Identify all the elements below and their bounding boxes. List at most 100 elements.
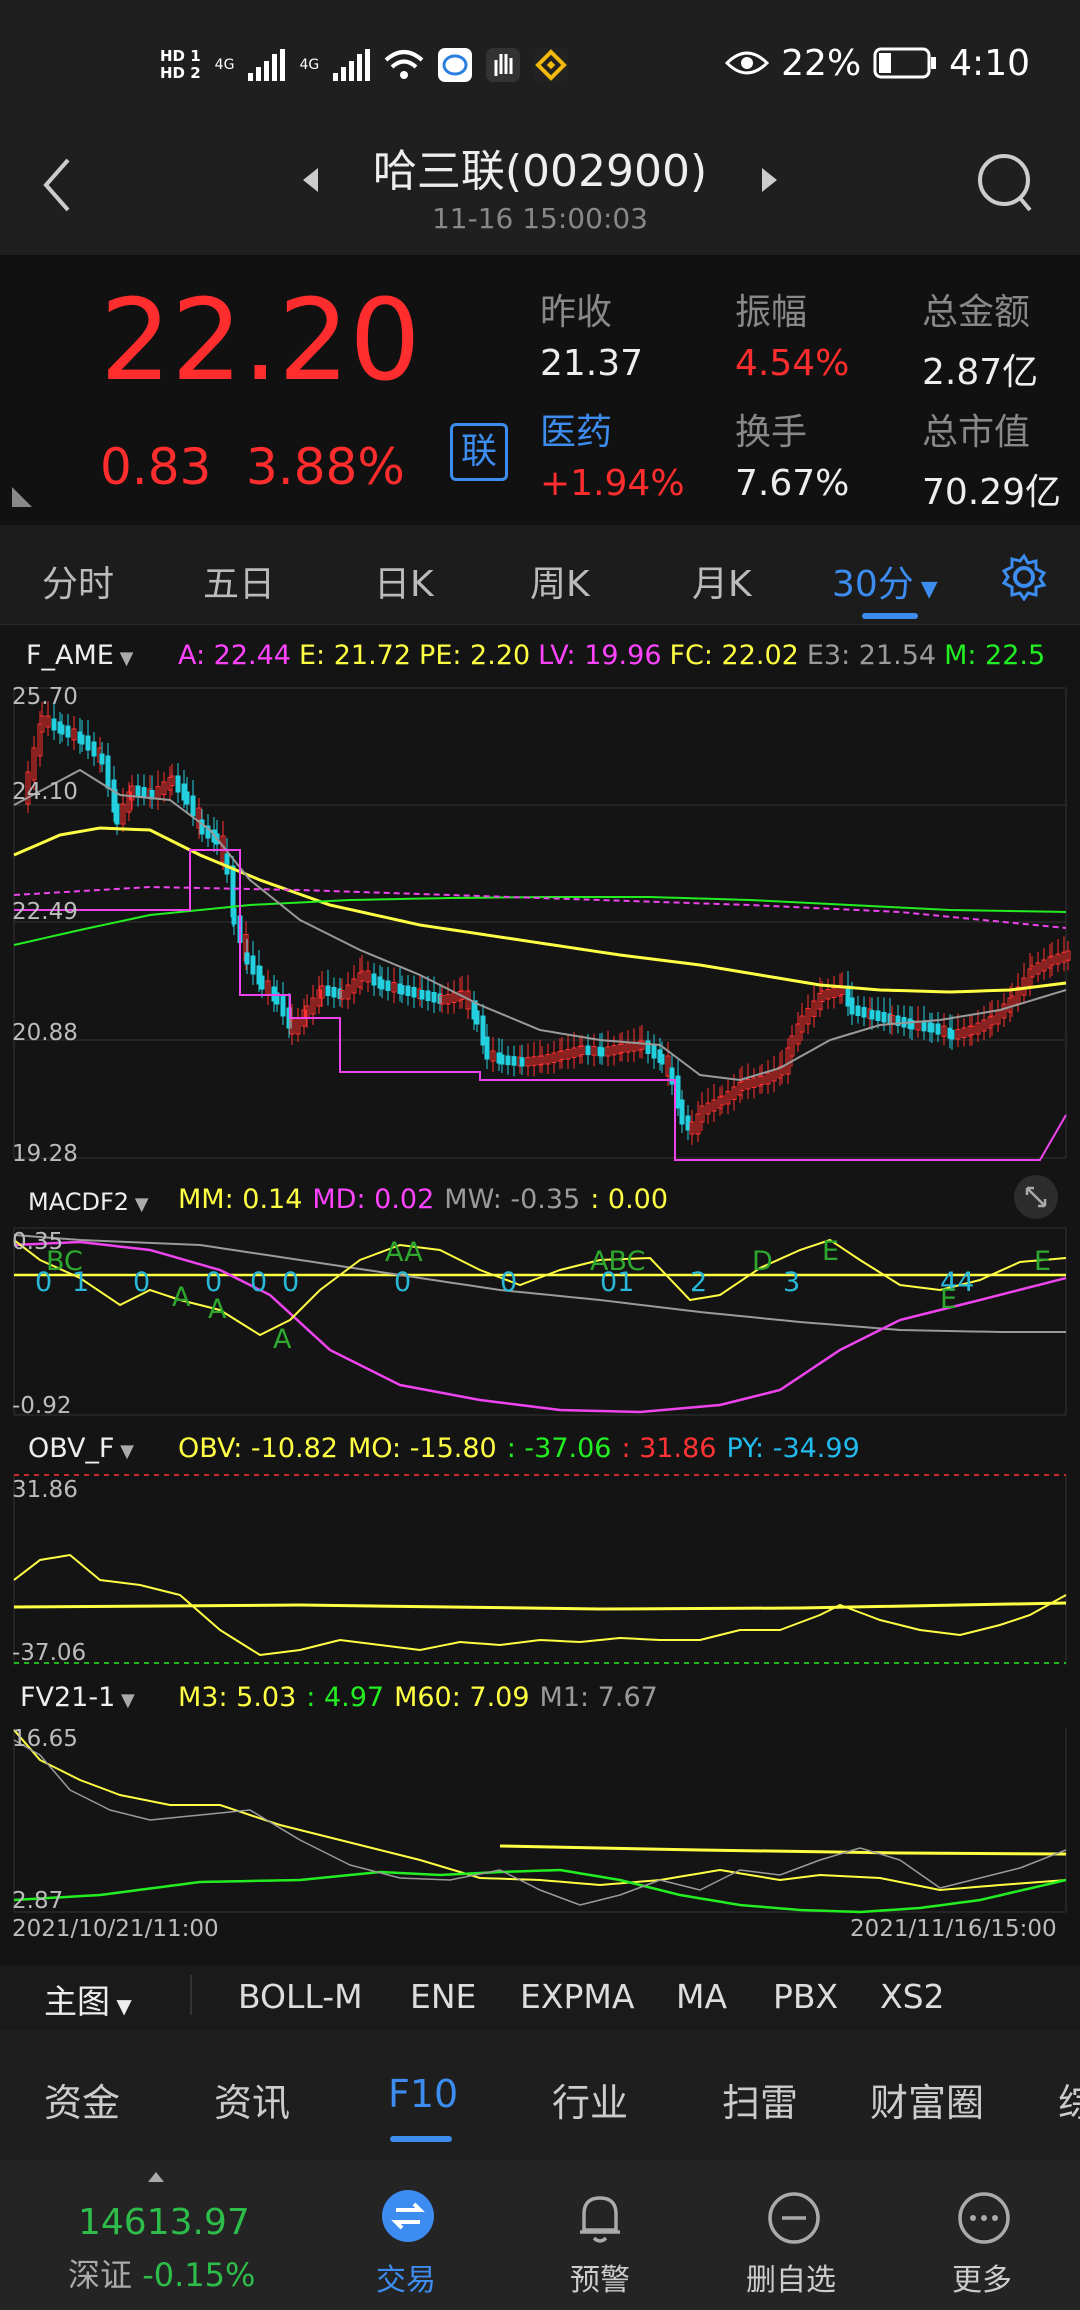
candle <box>849 997 855 1015</box>
macd-signal-mark: 3 <box>783 1267 801 1298</box>
nav-trade[interactable]: 交易 <box>376 2255 436 2299</box>
fullscreen-button[interactable] <box>1014 1175 1058 1219</box>
candle <box>419 990 425 1000</box>
y-label: 25.70 <box>12 684 78 710</box>
candle <box>244 952 250 965</box>
remove-watchlist-icon <box>768 2192 820 2244</box>
dropdown-arrow-icon: ▼ <box>110 1994 132 2018</box>
candle <box>585 1045 591 1056</box>
main-overlay-selector[interactable]: 主图 ▼ <box>44 1975 132 2023</box>
chart-canvas[interactable] <box>0 0 1080 2310</box>
collapse-arrow-icon[interactable] <box>146 2170 166 2184</box>
indicator-value: MW: -0.35 <box>444 1184 581 1215</box>
y-label: 2.87 <box>12 1888 64 1914</box>
trade-icon <box>382 2190 434 2242</box>
candle <box>685 1115 691 1131</box>
candle <box>474 1010 480 1025</box>
candle <box>675 1075 681 1109</box>
candle <box>231 908 237 925</box>
tab-news[interactable]: 资讯 <box>214 2072 290 2127</box>
indicator-value: PE: 2.20 <box>419 640 531 671</box>
indicator-value: E3: 21.54 <box>806 640 937 671</box>
candle <box>259 975 265 990</box>
macd-signal-mark: E <box>822 1236 840 1267</box>
candle <box>669 1067 675 1085</box>
candle <box>875 1010 881 1021</box>
macd-signal-mark: D <box>752 1246 773 1277</box>
nav-remove-watchlist[interactable]: 删自选 <box>746 2255 836 2299</box>
indicator-value: PY: -34.99 <box>726 1433 860 1464</box>
macd-signal-mark: 0 <box>250 1267 268 1298</box>
candle <box>99 753 105 765</box>
date-start: 2021/10/21/11:00 <box>12 1916 219 1942</box>
overlay-pbx[interactable]: PBX <box>773 1977 838 2016</box>
candle <box>65 725 71 738</box>
nav-alert[interactable]: 预警 <box>570 2255 630 2299</box>
candle <box>105 755 111 789</box>
divider <box>190 1975 192 2015</box>
obv-values: OBV: -10.82 MO: -15.80: -37.06: 31.86 PY: … <box>178 1433 860 1464</box>
expand-icon <box>1025 1186 1047 1208</box>
indicator-value: E: 21.72 <box>298 640 412 671</box>
indicator-value: : 0.00 <box>590 1184 669 1215</box>
candle <box>371 973 377 986</box>
overlay-boll-m[interactable]: BOLL-M <box>238 1977 363 2016</box>
overlay-expma[interactable]: EXPMA <box>520 1977 634 2016</box>
candle <box>425 990 431 1001</box>
overlay-ma[interactable]: MA <box>676 1977 727 2016</box>
y-label: 16.65 <box>12 1726 78 1752</box>
tab-wealth-circle[interactable]: 财富圈 <box>870 2072 984 2127</box>
candle <box>861 1007 867 1018</box>
fv-indicator-selector[interactable]: FV21-1 ▼ <box>20 1682 135 1713</box>
macd-signal-mark: 0 <box>282 1267 300 1298</box>
main-indicator-selector[interactable]: F_AME ▼ <box>26 640 133 671</box>
indicator-value: MD: 0.02 <box>312 1184 435 1215</box>
active-section-indicator <box>390 2136 452 2142</box>
candle <box>855 1005 861 1016</box>
indicator-value: FC: 22.02 <box>669 640 799 671</box>
candle <box>190 795 196 817</box>
candle <box>511 1056 517 1066</box>
macd-signal-mark: 0 <box>394 1267 412 1298</box>
section-tabs: 资金 资讯 F10 行业 扫雷 财富圈 综 <box>0 2030 1080 2165</box>
tab-funds[interactable]: 资金 <box>44 2072 120 2127</box>
obv-indicator-selector[interactable]: OBV_F ▼ <box>28 1433 134 1464</box>
macd-values: MM: 0.14 MD: 0.02 MW: -0.35 : 0.00 <box>178 1184 668 1215</box>
nav-more[interactable]: 更多 <box>952 2255 1012 2299</box>
candle <box>935 1023 941 1035</box>
index-name[interactable]: 深证 -0.15% <box>68 2250 255 2296</box>
macd-indicator-selector[interactable]: MACDF2 ▼ <box>28 1188 149 1216</box>
indicator-value: M3: 5.03 <box>178 1682 297 1713</box>
tab-more-clipped[interactable]: 综 <box>1058 2072 1080 2127</box>
candle <box>114 803 120 825</box>
indicator-value: LV: 19.96 <box>538 640 662 671</box>
macd-signal-mark: 1 <box>72 1267 90 1298</box>
y-label: -0.92 <box>12 1393 72 1419</box>
candle <box>224 853 230 875</box>
y-label: 20.88 <box>12 1020 78 1046</box>
fv-values: M3: 5.03: 4.97 M60: 7.09 M1: 7.67 <box>178 1682 658 1713</box>
y-label: 31.86 <box>12 1477 78 1503</box>
candle <box>949 1029 955 1040</box>
candle <box>85 735 91 751</box>
tab-risk-scan[interactable]: 扫雷 <box>722 2072 798 2127</box>
tab-f10[interactable]: F10 <box>388 2072 458 2116</box>
candle <box>405 985 411 996</box>
bottom-nav: 14613.97 深证 -0.15% 交易 预警 删自选 更多 <box>0 2160 1080 2310</box>
fv-green-line <box>13 1868 1067 1914</box>
indicator-value: M60: 7.09 <box>394 1682 530 1713</box>
candle <box>175 775 181 793</box>
tab-industry[interactable]: 行业 <box>552 2072 628 2127</box>
candle <box>331 987 337 998</box>
indicator-value: MO: -15.80 <box>347 1433 497 1464</box>
overlay-xs2[interactable]: XS2 <box>880 1977 945 2016</box>
candle <box>51 718 57 731</box>
index-value[interactable]: 14613.97 <box>78 2202 250 2243</box>
candle <box>280 995 286 1017</box>
macd-signal-mark: A <box>208 1294 227 1325</box>
candle <box>921 1021 927 1032</box>
overlay-ene[interactable]: ENE <box>410 1977 476 2016</box>
obv-mo-line <box>13 1601 1067 1611</box>
candle <box>499 1054 505 1065</box>
indicator-value: MM: 0.14 <box>178 1184 303 1215</box>
